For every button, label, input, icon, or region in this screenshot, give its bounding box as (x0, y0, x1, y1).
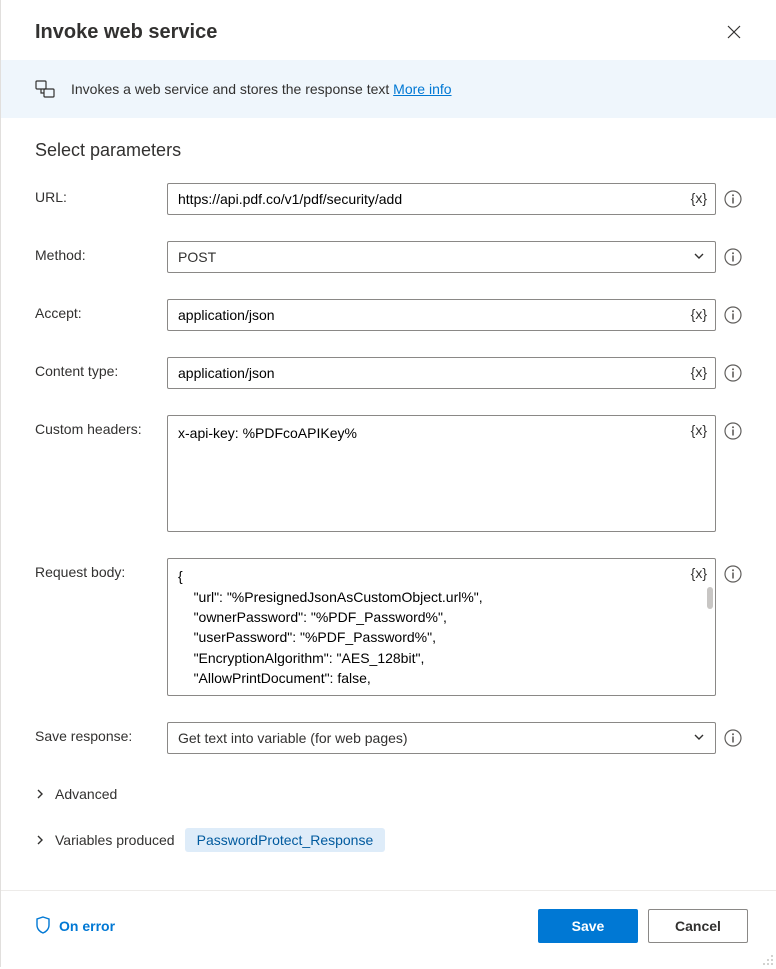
invoke-web-service-dialog: Invoke web service Invokes a web service… (0, 0, 776, 967)
label-content-type: Content type: (35, 357, 155, 379)
url-input-box: {x} (167, 183, 716, 215)
chevron-down-icon (693, 249, 705, 265)
save-button[interactable]: Save (538, 909, 638, 943)
row-custom-headers: Custom headers: {x} (35, 415, 742, 532)
row-method: Method: POST (35, 241, 742, 273)
info-icon[interactable] (724, 565, 742, 583)
method-value: POST (178, 249, 216, 265)
variables-produced-label: Variables produced (55, 832, 175, 848)
variable-token-button[interactable]: {x} (691, 306, 707, 322)
info-bar: Invokes a web service and stores the res… (1, 60, 776, 118)
chevron-right-icon (35, 786, 45, 802)
row-save-response: Save response: Get text into variable (f… (35, 722, 742, 754)
dialog-body: Select parameters URL: {x} Method: POST (1, 118, 776, 890)
section-title: Select parameters (35, 140, 742, 161)
save-response-select[interactable]: Get text into variable (for web pages) (167, 722, 716, 754)
method-select[interactable]: POST (167, 241, 716, 273)
info-icon[interactable] (724, 248, 742, 266)
variable-token-button[interactable]: {x} (691, 565, 707, 581)
accept-input-box: {x} (167, 299, 716, 331)
variable-token-button[interactable]: {x} (691, 422, 707, 438)
save-response-value: Get text into variable (for web pages) (178, 730, 408, 746)
accept-input[interactable] (168, 300, 715, 330)
on-error-label: On error (59, 918, 115, 934)
row-request-body: Request body: {x} (35, 558, 742, 696)
variables-produced-toggle[interactable]: Variables produced PasswordProtect_Respo… (35, 822, 742, 858)
row-url: URL: {x} (35, 183, 742, 215)
more-info-link[interactable]: More info (393, 81, 451, 97)
row-content-type: Content type: {x} (35, 357, 742, 389)
custom-headers-textarea[interactable] (168, 416, 715, 531)
resize-grip-icon[interactable] (762, 953, 774, 965)
shield-icon (35, 916, 51, 937)
variable-pill[interactable]: PasswordProtect_Response (185, 828, 386, 852)
info-icon[interactable] (724, 364, 742, 382)
chevron-right-icon (35, 832, 45, 848)
advanced-label: Advanced (55, 786, 117, 802)
content-type-input-box: {x} (167, 357, 716, 389)
content-type-input[interactable] (168, 358, 715, 388)
info-icon[interactable] (724, 422, 742, 440)
info-text: Invokes a web service and stores the res… (71, 81, 389, 97)
row-accept: Accept: {x} (35, 299, 742, 331)
dialog-footer: On error Save Cancel (1, 890, 776, 967)
custom-headers-box: {x} (167, 415, 716, 532)
label-method: Method: (35, 241, 155, 263)
info-icon[interactable] (724, 306, 742, 324)
dialog-header: Invoke web service (1, 0, 776, 60)
label-save-response: Save response: (35, 722, 155, 744)
request-body-box: {x} (167, 558, 716, 696)
footer-buttons: Save Cancel (538, 909, 748, 943)
info-icon[interactable] (724, 190, 742, 208)
label-custom-headers: Custom headers: (35, 415, 155, 437)
label-url: URL: (35, 183, 155, 205)
label-accept: Accept: (35, 299, 155, 321)
url-input[interactable] (168, 184, 715, 214)
on-error-link[interactable]: On error (35, 916, 115, 937)
label-request-body: Request body: (35, 558, 155, 580)
advanced-toggle[interactable]: Advanced (35, 780, 742, 808)
variable-token-button[interactable]: {x} (691, 364, 707, 380)
web-service-icon (35, 78, 57, 100)
dialog-title: Invoke web service (35, 21, 217, 44)
info-icon[interactable] (724, 729, 742, 747)
close-icon (727, 25, 741, 39)
cancel-button[interactable]: Cancel (648, 909, 748, 943)
request-body-textarea[interactable] (168, 559, 715, 695)
close-button[interactable] (720, 18, 748, 46)
info-description: Invokes a web service and stores the res… (71, 81, 452, 97)
scrollbar-thumb[interactable] (707, 587, 713, 609)
chevron-down-icon (693, 730, 705, 746)
variable-token-button[interactable]: {x} (691, 190, 707, 206)
